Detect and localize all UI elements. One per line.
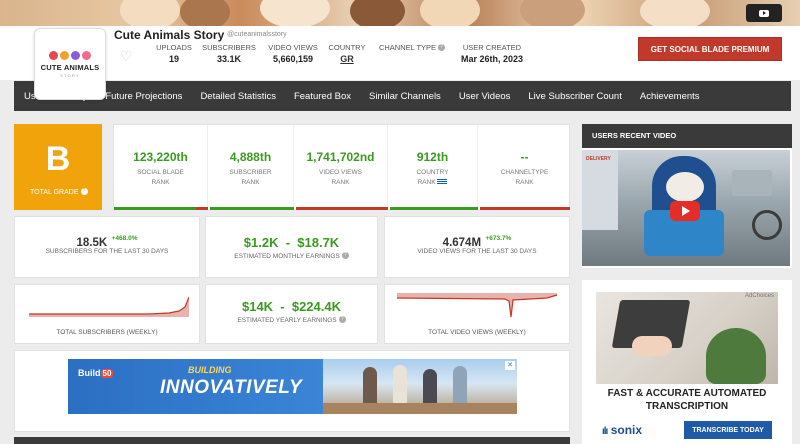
- section-header-strip: [14, 437, 570, 444]
- rank-video-views: 1,741,702nd VIDEO VIEWS RANK: [294, 125, 388, 211]
- logo-text: CUTE ANIMALS: [40, 62, 100, 72]
- nav-similar-channels[interactable]: Similar Channels: [360, 91, 450, 102]
- youtube-icon: [759, 9, 769, 17]
- ad-tagline-2: INNOVATIVELY: [160, 377, 303, 398]
- yearly-earnings-card: $14K - $224.4K ESTIMATED YEARLY EARNINGS…: [205, 284, 378, 344]
- channel-logo: CUTE ANIMALS STORY: [34, 28, 106, 100]
- total-grade-box: B TOTAL GRADE?: [14, 124, 102, 210]
- stat-video-views: VIDEO VIEWS 5,660,159: [268, 43, 318, 64]
- get-premium-button[interactable]: GET SOCIAL BLADE PREMIUM: [638, 37, 782, 61]
- stat-uploads: UPLOADS 19: [156, 43, 192, 64]
- advertisement-banner[interactable]: Build 50 BUILDING INNOVATIVELY ✕: [68, 359, 517, 414]
- sonix-logo: ılı sonix: [602, 423, 643, 437]
- channel-header: CUTE ANIMALS STORY Cute Animals Story @c…: [0, 26, 800, 100]
- rank-bar-5: [480, 207, 570, 210]
- weekly-views-label: TOTAL VIDEO VIEWS (WEEKLY): [428, 329, 526, 336]
- monthly-earnings-card: $1.2K - $18.7K ESTIMATED MONTHLY EARNING…: [205, 216, 378, 278]
- ad-close-icon[interactable]: ✕: [505, 361, 515, 370]
- thumb-sign: DELIVERY: [586, 156, 611, 162]
- youtube-link-button[interactable]: [746, 4, 782, 22]
- logo-subtext: STORY: [60, 72, 80, 78]
- subs-30-delta: +468.0%: [111, 235, 138, 242]
- rank-country: 912th COUNTRY RANK: [388, 125, 478, 211]
- weekly-subscribers-label: TOTAL SUBSCRIBERS (WEEKLY): [56, 329, 158, 336]
- ad-tagline-1: BUILDING: [188, 365, 232, 375]
- ad-brand: Build 50: [78, 368, 114, 378]
- stat-country[interactable]: COUNTRY GR: [326, 43, 368, 64]
- nav-future-projections[interactable]: Future Projections: [96, 91, 191, 102]
- monthly-earnings-label: ESTIMATED MONTHLY EARNINGS?: [206, 252, 377, 260]
- rank-social-blade: 123,220th SOCIAL BLADE RANK: [114, 125, 208, 211]
- ranks-card: 123,220th SOCIAL BLADE RANK 4,888th SUBSC…: [113, 124, 570, 211]
- weekly-views-card: TOTAL VIDEO VIEWS (WEEKLY): [384, 284, 570, 344]
- nav-live-subscriber-count[interactable]: Live Subscriber Count: [519, 91, 630, 102]
- nav-achievements[interactable]: Achievements: [631, 91, 709, 102]
- grade-letter: B: [45, 140, 71, 178]
- rank-bar-4: [390, 207, 478, 210]
- yearly-earnings-value: $14K - $224.4K: [241, 299, 341, 314]
- stat-subscribers: SUBSCRIBERS 33.1K: [202, 43, 256, 64]
- info-icon[interactable]: ?: [438, 44, 446, 51]
- favorite-heart-icon[interactable]: ♡: [120, 48, 133, 65]
- recent-video-thumbnail[interactable]: DELIVERY: [582, 150, 790, 266]
- rank-bar-1-red: [196, 207, 208, 210]
- channel-name: Cute Animals Story: [114, 28, 225, 42]
- rank-subscriber: 4,888th SUBSCRIBER RANK: [208, 125, 294, 211]
- monthly-earnings-value: $1.2K - $18.7K: [243, 235, 340, 250]
- nav-featured-box[interactable]: Featured Box: [285, 91, 360, 102]
- views-30-days-card: 4.674M +673.7% VIDEO VIEWS FOR THE LAST …: [384, 216, 570, 278]
- stat-channel-type: CHANNEL TYPE?: [376, 43, 448, 54]
- main-nav: User Summary Future Projections Detailed…: [14, 81, 791, 111]
- subs-30-label: SUBSCRIBERS FOR THE LAST 30 DAYS: [45, 248, 169, 255]
- rank-bar-1: [114, 207, 196, 210]
- greece-flag-icon: [437, 179, 448, 185]
- play-icon[interactable]: [670, 201, 700, 221]
- channel-banner: [0, 0, 800, 26]
- transcribe-today-button[interactable]: TRANSCRIBE TODAY: [684, 421, 772, 439]
- rank-bar-2: [210, 207, 294, 210]
- views-30-label: VIDEO VIEWS FOR THE LAST 30 DAYS: [417, 248, 537, 255]
- info-icon[interactable]: ?: [80, 188, 88, 195]
- ad-laptop-image: AdChoices: [596, 292, 778, 384]
- ad-choices-label[interactable]: AdChoices: [745, 293, 774, 299]
- weekly-subscribers-card: TOTAL SUBSCRIBERS (WEEKLY): [14, 284, 200, 344]
- stat-user-created: USER CREATED Mar 26th, 2023: [460, 43, 524, 64]
- recent-video-panel: USERS RECENT VIDEO DELIVERY: [582, 124, 792, 268]
- grade-label: TOTAL GRADE?: [30, 188, 88, 196]
- waveform-icon: ılı: [602, 426, 608, 437]
- rank-channel-type: -- CHANNELTYPE RANK: [500, 150, 549, 186]
- side-advertisement[interactable]: AdChoices FAST & ACCURATE AUTOMATED TRANS…: [596, 292, 778, 444]
- recent-video-title: USERS RECENT VIDEO: [582, 124, 792, 148]
- nav-user-videos[interactable]: User Videos: [450, 91, 520, 102]
- nav-detailed-statistics[interactable]: Detailed Statistics: [191, 91, 285, 102]
- weekly-views-sparkline: [397, 293, 558, 318]
- views-30-delta: +673.7%: [485, 235, 512, 242]
- channel-handle: @cuteanimalsstory: [227, 31, 287, 38]
- info-icon[interactable]: ?: [341, 252, 349, 259]
- critters-icon: [49, 50, 91, 60]
- weekly-subscribers-sparkline: [29, 296, 189, 317]
- yearly-earnings-label: ESTIMATED YEARLY EARNINGS?: [206, 316, 377, 324]
- subscribers-30-days-card: 18.5K +468.0% SUBSCRIBERS FOR THE LAST 3…: [14, 216, 200, 278]
- ad-headline: FAST & ACCURATE AUTOMATED TRANSCRIPTION: [607, 388, 767, 412]
- info-icon[interactable]: ?: [338, 316, 346, 323]
- ad-people-image: [323, 359, 517, 414]
- rank-bar-3: [296, 207, 388, 210]
